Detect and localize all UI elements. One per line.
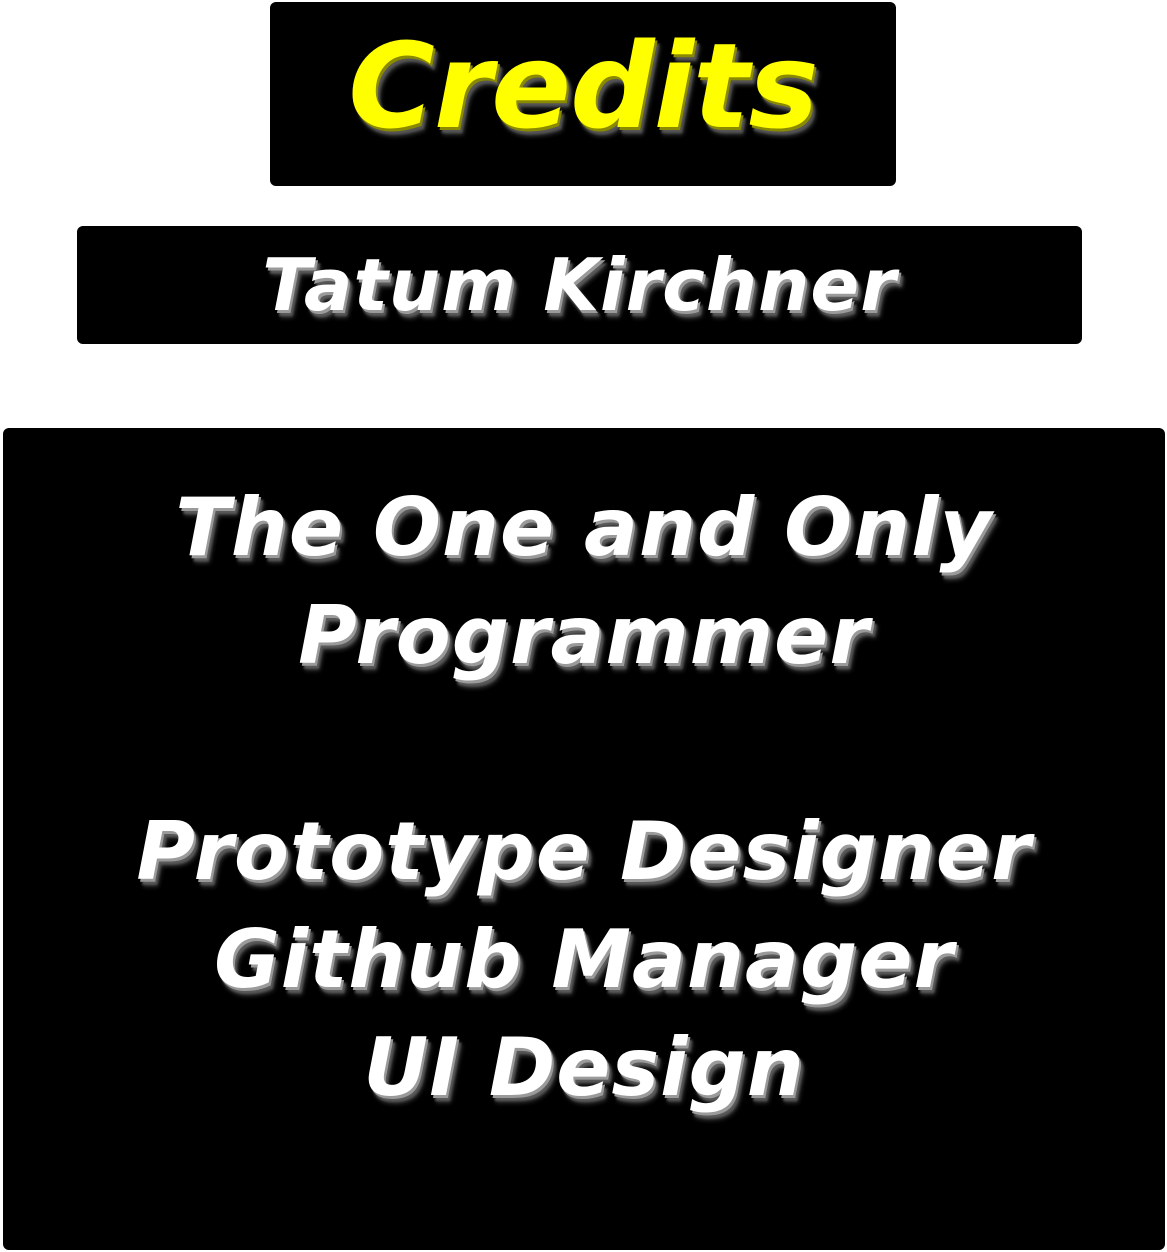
credits-title: Credits	[348, 17, 818, 155]
role-line: Programmer	[298, 589, 870, 682]
credits-screen: Credits Tatum Kirchner The One and Only …	[0, 0, 1167, 1252]
role-line: UI Design	[363, 1021, 805, 1114]
roles-panel: The One and Only Programmer Prototype De…	[3, 428, 1165, 1250]
role-line: The One and Only	[175, 481, 993, 574]
title-banner: Credits	[270, 2, 896, 186]
role-line: Github Manager	[214, 913, 954, 1006]
name-banner: Tatum Kirchner	[77, 226, 1082, 344]
credit-name: Tatum Kirchner	[262, 243, 897, 327]
role-line: Prototype Designer	[136, 805, 1032, 898]
